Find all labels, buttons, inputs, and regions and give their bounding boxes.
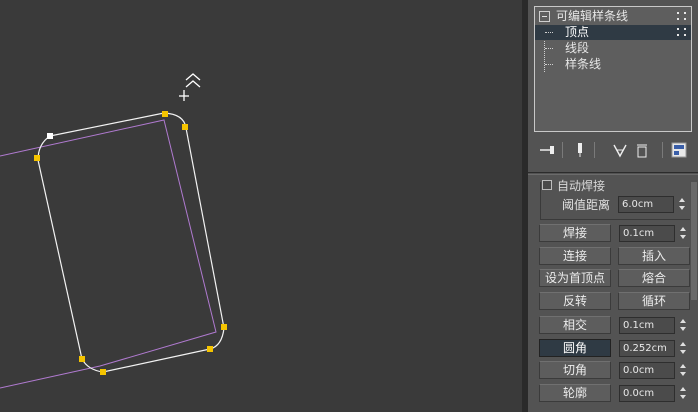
selected-spline[interactable] [37, 112, 225, 373]
stack-item-label: 线段 [565, 41, 590, 55]
auto-weld-checkbox[interactable]: 自动焊接 [542, 180, 605, 192]
reverse-button[interactable]: 反转 [539, 292, 611, 310]
cycle-button[interactable]: 循环 [618, 292, 690, 310]
vertex-handle[interactable] [182, 124, 188, 130]
viewport[interactable] [0, 0, 522, 412]
vertex-handle[interactable] [162, 111, 168, 117]
fillet-spinner[interactable] [679, 340, 688, 357]
stack-item-editable-spline[interactable]: 可编辑样条线 [535, 9, 691, 24]
threshold-label: 阈值距离 [562, 198, 611, 212]
rollout-separator [528, 172, 698, 175]
tree-branch [545, 64, 553, 65]
command-panel: 可编辑样条线 顶点 线段 样条线 自动焊接 阈值距离 6.0cm 焊接 0.1c… [528, 0, 698, 412]
insert-button[interactable]: 插入 [618, 247, 690, 265]
show-end-result-icon[interactable] [574, 142, 586, 158]
vertex-handle[interactable] [207, 346, 213, 352]
collapse-icon[interactable] [539, 11, 550, 22]
fuse-button[interactable]: 熔合 [618, 269, 690, 287]
tree-branch [545, 32, 553, 33]
make-first-button[interactable]: 设为首顶点 [539, 269, 611, 287]
toolbar-separator [562, 142, 563, 158]
cross-insert-button[interactable]: 相交 [539, 316, 611, 334]
vertex-handle[interactable] [221, 324, 227, 330]
stack-toolbar [528, 138, 698, 162]
chamfer-button[interactable]: 切角 [539, 361, 611, 379]
vertex-handle[interactable] [34, 155, 40, 161]
threshold-field[interactable]: 6.0cm [618, 196, 674, 213]
weld-spinner[interactable] [679, 225, 688, 242]
vertex-handle[interactable] [79, 356, 85, 362]
first-vertex[interactable] [47, 133, 53, 139]
checkbox-icon[interactable] [542, 180, 552, 190]
pin-stack-icon[interactable] [538, 142, 556, 158]
sub-object-dots-icon [677, 12, 687, 21]
weld-button[interactable]: 焊接 [539, 224, 611, 242]
threshold-spinner[interactable] [678, 196, 687, 213]
auto-weld-label: 自动焊接 [557, 179, 606, 193]
stack-item-vertex[interactable]: 顶点 [535, 25, 691, 40]
toolbar-separator [594, 142, 595, 158]
chamfer-field[interactable]: 0.0cm [619, 362, 675, 379]
cross-insert-field[interactable]: 0.1cm [619, 317, 675, 334]
toolbar-separator [662, 142, 663, 158]
purple-spline[interactable] [0, 119, 217, 389]
connect-button[interactable]: 连接 [539, 247, 611, 265]
outline-spinner[interactable] [679, 385, 688, 402]
cross-insert-spinner[interactable] [679, 317, 688, 334]
outline-button[interactable]: 轮廓 [539, 384, 611, 402]
configure-modifier-sets-icon[interactable] [671, 142, 687, 158]
panel-scrollbar-thumb[interactable] [691, 182, 697, 300]
modifier-stack[interactable]: 可编辑样条线 顶点 线段 样条线 [534, 6, 692, 132]
outline-field[interactable]: 0.0cm [619, 385, 675, 402]
stack-item-segment[interactable]: 线段 [535, 41, 691, 56]
chamfer-spinner[interactable] [679, 362, 688, 379]
fillet-button[interactable]: 圆角 [539, 339, 611, 357]
viewport-canvas[interactable] [0, 0, 522, 412]
tree-branch [545, 48, 553, 49]
sub-object-dots-icon [677, 28, 687, 37]
weld-field[interactable]: 0.1cm [619, 225, 675, 242]
remove-modifier-icon[interactable] [636, 142, 648, 158]
stack-item-label: 样条线 [565, 57, 602, 71]
vertex-handle[interactable] [100, 369, 106, 375]
stack-item-spline[interactable]: 样条线 [535, 57, 691, 72]
move-cursor-icon [179, 73, 201, 101]
make-unique-icon[interactable] [612, 142, 628, 158]
stack-item-label: 顶点 [565, 25, 590, 39]
fillet-field[interactable]: 0.252cm [619, 340, 675, 357]
stack-item-label: 可编辑样条线 [556, 9, 629, 23]
